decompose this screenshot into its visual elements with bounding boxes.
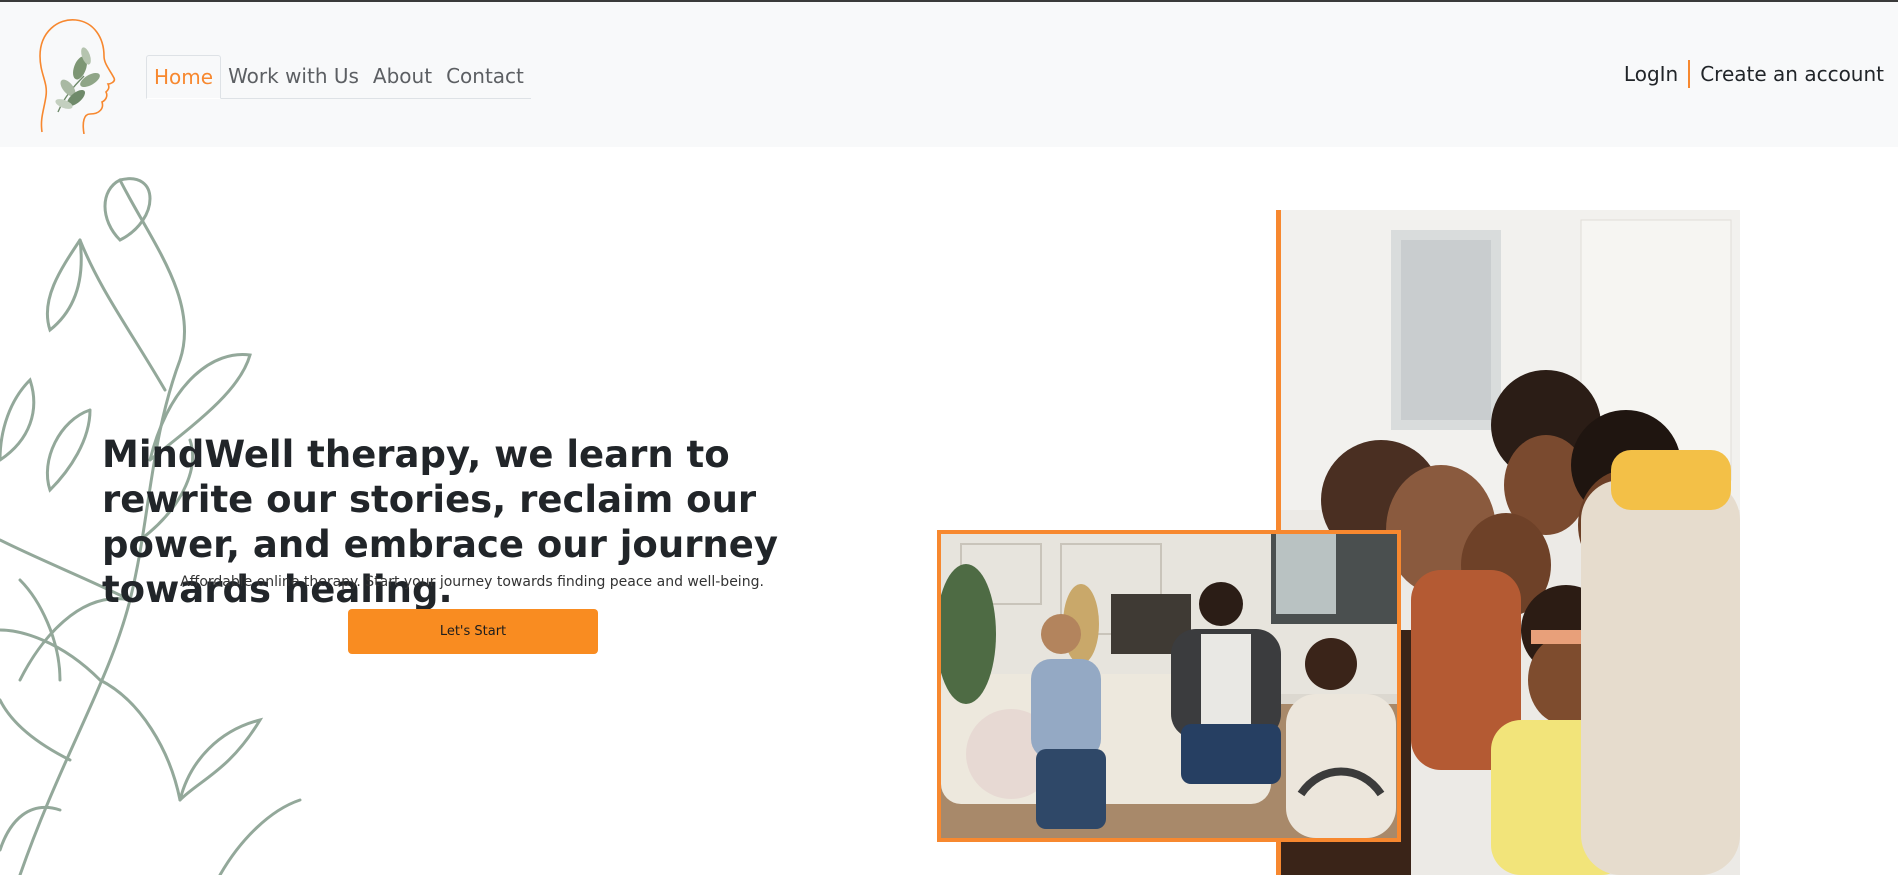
logo[interactable] (28, 18, 120, 135)
woman-profile-leaf-icon (39, 19, 116, 135)
nav-contact[interactable]: Contact (439, 55, 531, 98)
lets-start-button[interactable]: Let's Start (348, 609, 598, 654)
login-link[interactable]: LogIn (1624, 62, 1678, 86)
auth-separator (1688, 60, 1691, 88)
auth-links: LogIn Create an account (1624, 60, 1884, 88)
therapy-session-photo (937, 530, 1401, 842)
create-account-link[interactable]: Create an account (1700, 62, 1884, 86)
nav-about[interactable]: About (366, 55, 439, 98)
nav-home[interactable]: Home (146, 54, 222, 99)
navbar: Home Work with Us About Contact LogIn Cr… (0, 2, 1898, 147)
nav-work-with-us[interactable]: Work with Us (221, 55, 366, 98)
main-nav: Home Work with Us About Contact (146, 54, 531, 99)
hero-subtitle: Affordable online therapy. Start your jo… (180, 574, 764, 590)
